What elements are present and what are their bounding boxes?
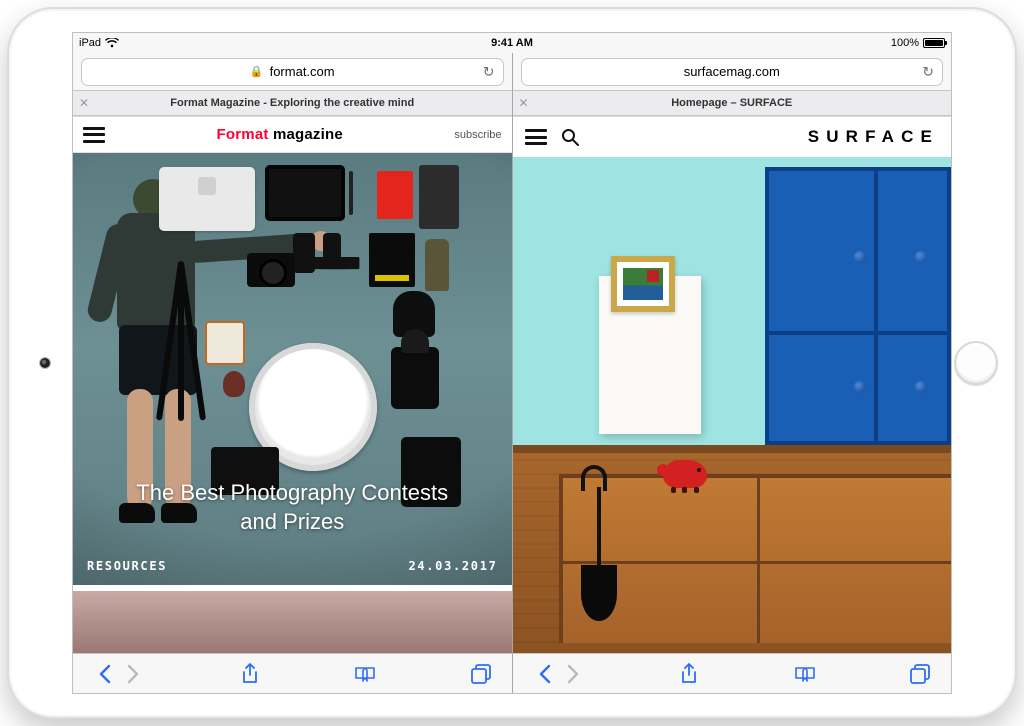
menu-icon[interactable]	[83, 127, 105, 143]
site-logo[interactable]: Format magazine	[105, 126, 454, 143]
url-host: format.com	[270, 64, 335, 79]
carrier-label: iPad	[79, 37, 101, 49]
url-host: surfacemag.com	[684, 64, 780, 79]
hero-overlay: The Best Photography Contests and Prizes…	[73, 464, 512, 585]
lock-icon: 🔒	[250, 65, 264, 78]
hero-article[interactable]: The Best Photography Contests and Prizes…	[73, 153, 512, 585]
status-bar: iPad 9:41 AM 100%	[73, 33, 951, 53]
hero-credenza	[559, 474, 952, 643]
battery-percent: 100%	[891, 37, 919, 49]
share-icon[interactable]	[674, 663, 704, 685]
subscribe-link[interactable]: subscribe	[454, 129, 501, 141]
back-icon[interactable]	[89, 664, 119, 684]
back-icon[interactable]	[529, 664, 559, 684]
hero-framed-art	[611, 256, 675, 312]
close-tab-icon[interactable]: ✕	[73, 96, 95, 110]
menu-icon[interactable]	[525, 129, 547, 145]
site-header: Format magazine subscribe	[73, 117, 512, 153]
ipad-device-frame: iPad 9:41 AM 100% 🔒 format.com ↻	[7, 7, 1017, 719]
webpage-format[interactable]: Format magazine subscribe	[73, 116, 512, 653]
reload-icon[interactable]: ↻	[922, 63, 934, 80]
safari-toolbar	[73, 653, 512, 693]
forward-icon	[119, 664, 149, 684]
brand-rest: magazine	[273, 126, 343, 143]
hero-date: 24.03.2017	[408, 559, 497, 573]
hero-piggy-object	[663, 460, 707, 488]
webpage-surface[interactable]: SURFACE	[513, 116, 952, 653]
safari-pane-right: surfacemag.com ↻ ✕ Homepage – SURFACE SU…	[513, 53, 952, 693]
wifi-icon	[105, 38, 119, 48]
brand-accent: Format	[217, 126, 269, 143]
close-tab-icon[interactable]: ✕	[513, 96, 535, 110]
url-field[interactable]: 🔒 format.com ↻	[81, 58, 504, 86]
hero-wainscot	[513, 445, 952, 453]
split-view: 🔒 format.com ↻ ✕ Format Magazine - Explo…	[73, 53, 951, 693]
safari-pane-left: 🔒 format.com ↻ ✕ Format Magazine - Explo…	[73, 53, 512, 693]
hero-cabinet	[765, 167, 951, 445]
tab-bar: ✕ Homepage – SURFACE	[513, 91, 952, 116]
battery-icon	[923, 38, 945, 48]
hero-image[interactable]	[513, 157, 952, 653]
bookmarks-icon[interactable]	[790, 665, 820, 683]
home-button[interactable]	[954, 341, 998, 385]
share-icon[interactable]	[235, 663, 265, 685]
hero-umbrella	[571, 465, 615, 615]
address-bar: 🔒 format.com ↻	[73, 53, 512, 91]
tab-title[interactable]: Homepage – SURFACE	[535, 97, 952, 109]
url-field[interactable]: surfacemag.com ↻	[521, 58, 944, 86]
search-icon[interactable]	[561, 128, 579, 146]
tabs-icon[interactable]	[905, 664, 935, 684]
clock: 9:41 AM	[491, 37, 533, 49]
address-bar: surfacemag.com ↻	[513, 53, 952, 91]
site-logo[interactable]: SURFACE	[808, 127, 939, 147]
front-camera	[40, 358, 50, 368]
reload-icon[interactable]: ↻	[483, 63, 495, 80]
safari-toolbar	[513, 653, 952, 693]
tab-title[interactable]: Format Magazine - Exploring the creative…	[95, 97, 512, 109]
forward-icon	[559, 664, 589, 684]
hero-category: RESOURCES	[87, 559, 167, 573]
next-article-peek[interactable]	[73, 591, 512, 653]
tab-bar: ✕ Format Magazine - Exploring the creati…	[73, 91, 512, 116]
tabs-icon[interactable]	[466, 664, 496, 684]
site-header: SURFACE	[513, 117, 952, 157]
hero-title: The Best Photography Contests and Prizes	[87, 478, 498, 559]
bookmarks-icon[interactable]	[350, 665, 380, 683]
screen: iPad 9:41 AM 100% 🔒 format.com ↻	[72, 32, 952, 694]
